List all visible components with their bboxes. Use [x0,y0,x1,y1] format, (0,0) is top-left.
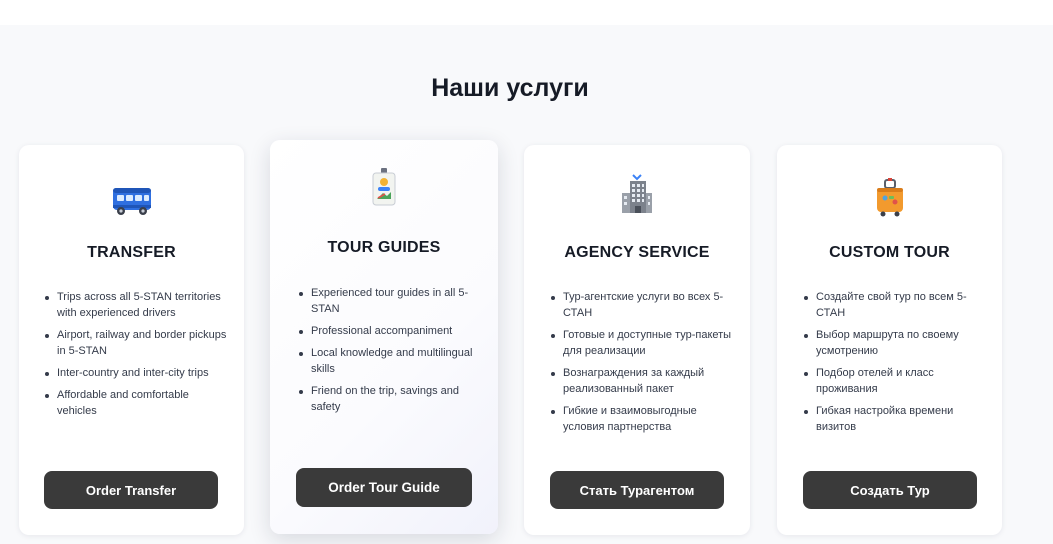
luggage-icon [777,176,1002,220]
feature-item: Гибкие и взаимовыгодные условия партнерс… [549,403,734,435]
feature-list: Создайте свой тур по всем 5-СТАН Выбор м… [802,289,986,441]
feature-item: Подбор отелей и класс проживания [802,365,986,397]
bus-icon [19,180,244,224]
create-tour-button[interactable]: Создать Тур [803,471,977,509]
feature-item: Тур-агентские услуги во всех 5-СТАН [549,289,734,321]
feature-item: Inter-country and inter-city trips [43,365,228,381]
order-tour-guide-button[interactable]: Order Tour Guide [296,468,472,507]
card-title: AGENCY SERVICE [564,244,710,261]
header-strip [0,0,1053,25]
feature-item: Trips across all 5-STAN territories with… [43,289,228,321]
card-title: CUSTOM TOUR [829,244,950,261]
feature-item: Professional accompaniment [297,323,482,339]
feature-item: Вознаграждения за каждый реализованный п… [549,365,734,397]
feature-item: Affordable and comfortable vehicles [43,387,228,419]
feature-item: Готовые и доступные тур-пакеты для реали… [549,327,734,359]
feature-item: Создайте свой тур по всем 5-СТАН [802,289,986,321]
become-agent-button[interactable]: Стать Турагентом [550,471,724,509]
feature-list: Trips across all 5-STAN territories with… [43,289,228,425]
feature-item: Airport, railway and border pickups in 5… [43,327,228,359]
feature-item: Local knowledge and multilingual skills [297,345,482,377]
feature-item: Гибкая настройка времени визитов [802,403,986,435]
card-title: TRANSFER [87,244,176,261]
service-card-tour-guides: TOUR GUIDES Experienced tour guides in a… [270,140,498,534]
feature-item: Выбор маршрута по своему усмотрению [802,327,986,359]
feature-list: Experienced tour guides in all 5-STAN Pr… [297,285,482,421]
office-building-icon [524,172,750,216]
service-card-transfer: TRANSFER Trips across all 5-STAN territo… [19,145,244,535]
id-badge-icon [270,166,498,210]
service-card-agency-service: AGENCY SERVICE Тур-агентские услуги во в… [524,145,750,535]
card-title: TOUR GUIDES [327,239,441,256]
service-card-custom-tour: CUSTOM TOUR Создайте свой тур по всем 5-… [777,145,1002,535]
section-title: Наши услуги [431,74,589,102]
order-transfer-button[interactable]: Order Transfer [44,471,218,509]
feature-list: Тур-агентские услуги во всех 5-СТАН Гото… [549,289,734,441]
feature-item: Friend on the trip, savings and safety [297,383,482,415]
feature-item: Experienced tour guides in all 5-STAN [297,285,482,317]
